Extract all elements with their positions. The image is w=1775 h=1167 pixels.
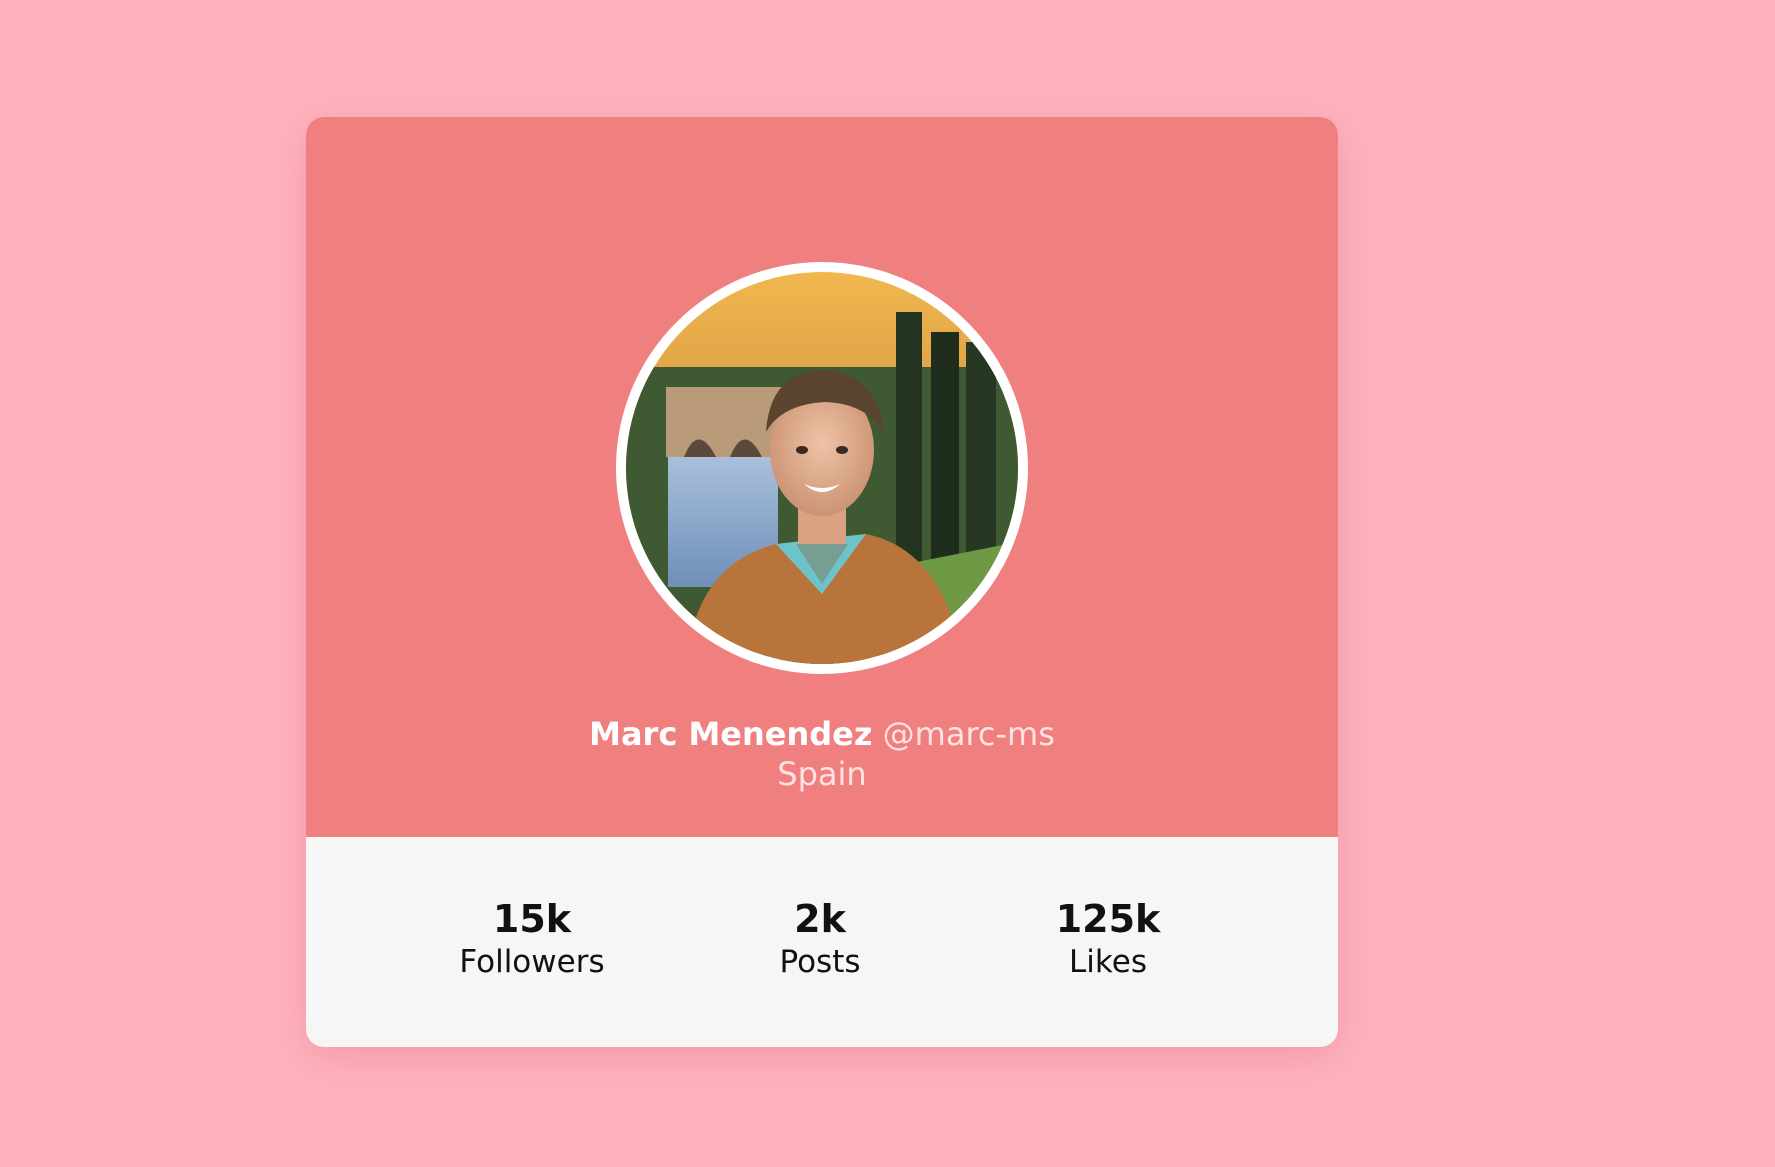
stat-value: 2k: [794, 897, 846, 941]
profile-header: Marc Menendez @marc-ms Spain: [306, 117, 1338, 837]
stat-value: 125k: [1055, 897, 1161, 941]
stat-followers: 15k Followers: [412, 897, 652, 983]
stat-likes: 125k Likes: [988, 897, 1228, 983]
stat-label: Followers: [459, 944, 605, 980]
avatar: [626, 272, 1018, 664]
profile-stats: 15k Followers 2k Posts 125k Likes: [306, 837, 1338, 1047]
profile-card: Marc Menendez @marc-ms Spain 15k Followe…: [306, 117, 1338, 1047]
stat-posts: 2k Posts: [700, 897, 940, 983]
stat-label: Likes: [1069, 944, 1147, 980]
profile-handle: @marc-ms: [882, 715, 1055, 753]
profile-name: Marc Menendez: [589, 715, 873, 753]
avatar-photo: [626, 272, 1018, 664]
name-line: Marc Menendez @marc-ms: [306, 714, 1338, 754]
profile-location: Spain: [777, 755, 867, 793]
avatar-ring: [616, 262, 1028, 674]
profile-identity: Marc Menendez @marc-ms Spain: [306, 714, 1338, 794]
stat-value: 15k: [492, 897, 572, 941]
stat-label: Posts: [779, 944, 861, 980]
